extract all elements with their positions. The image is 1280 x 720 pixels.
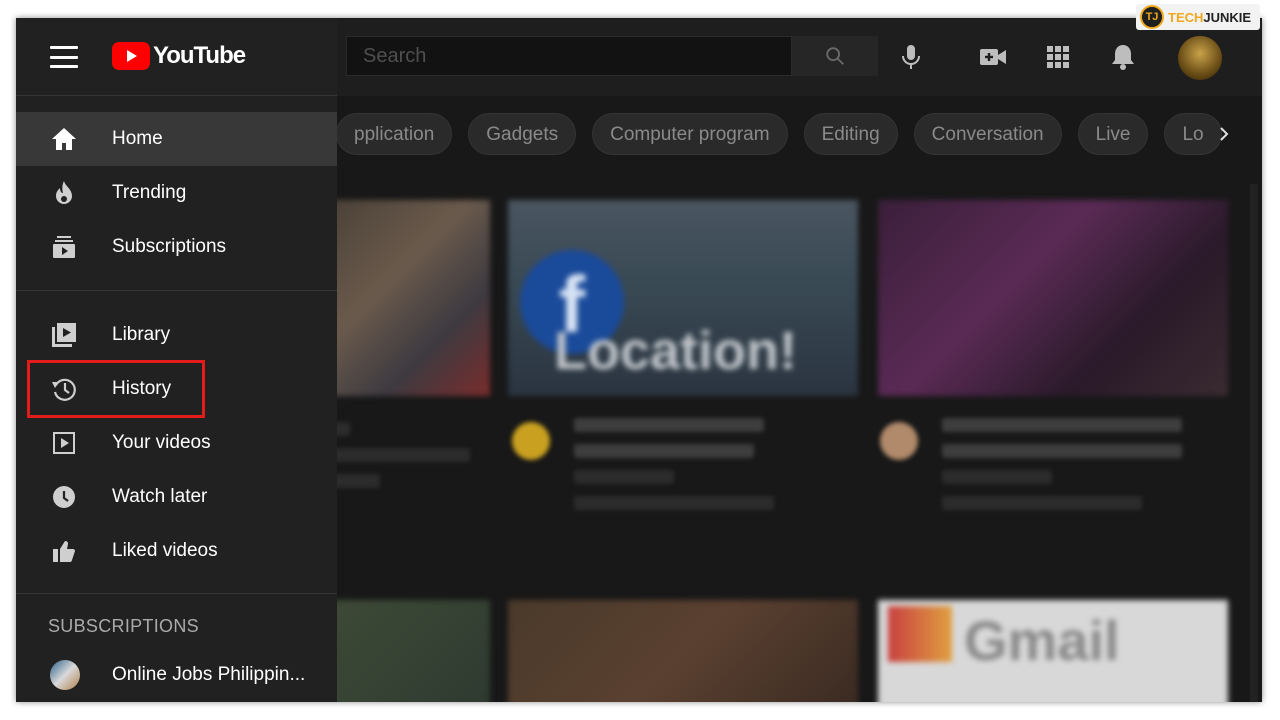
divider bbox=[16, 95, 337, 96]
channel-avatar bbox=[50, 660, 80, 690]
history-highlight-box bbox=[27, 360, 205, 418]
divider bbox=[16, 290, 337, 291]
video-thumbnail[interactable]: f Location! bbox=[508, 200, 858, 396]
youtube-play-icon bbox=[112, 42, 150, 70]
account-avatar[interactable] bbox=[1178, 36, 1222, 80]
video-thumbnail[interactable] bbox=[326, 600, 490, 702]
youtube-wordmark: YouTube bbox=[153, 42, 246, 69]
search-input[interactable]: Search bbox=[346, 36, 792, 76]
youtube-window: Search pplication Gadgets Computer progr… bbox=[16, 18, 1262, 702]
gmail-logo-icon bbox=[888, 606, 952, 662]
notifications-button[interactable] bbox=[1106, 40, 1140, 74]
youtube-logo[interactable]: YouTube bbox=[112, 42, 246, 70]
video-meta bbox=[880, 418, 1230, 522]
thumbnail-text: Location! bbox=[554, 321, 797, 381]
trending-flame-icon bbox=[50, 179, 78, 207]
sidebar-guide: YouTube Home Trending Subscriptions Libr… bbox=[16, 18, 337, 702]
sidebar-item-label: Online Jobs Philippin... bbox=[112, 664, 306, 685]
video-meta bbox=[330, 422, 480, 500]
sidebar-item-trending[interactable]: Trending bbox=[16, 166, 337, 220]
watermark-suffix: JUNKIE bbox=[1203, 9, 1252, 25]
chip-application[interactable]: pplication bbox=[336, 113, 453, 155]
voice-search-button[interactable] bbox=[894, 40, 928, 74]
search-button[interactable] bbox=[792, 36, 878, 76]
sidebar-subscription-channel[interactable]: Online Jobs Philippin... bbox=[16, 648, 337, 702]
video-thumbnail[interactable] bbox=[878, 200, 1228, 396]
notifications-bell-icon bbox=[1112, 45, 1134, 70]
thumbs-up-icon bbox=[50, 537, 78, 565]
watch-later-clock-icon bbox=[50, 483, 78, 511]
thumbnail-text: Gmail bbox=[964, 609, 1120, 672]
subscriptions-section-title: SUBSCRIPTIONS bbox=[48, 616, 199, 636]
hamburger-menu-icon[interactable] bbox=[50, 46, 78, 68]
sidebar-item-label: Your videos bbox=[112, 432, 211, 453]
divider bbox=[16, 593, 337, 594]
sidebar-item-liked-videos[interactable]: Liked videos bbox=[16, 524, 337, 578]
subscriptions-icon bbox=[50, 233, 78, 261]
search-icon bbox=[826, 47, 844, 65]
sidebar-item-label: Home bbox=[112, 128, 163, 149]
video-thumbnail[interactable] bbox=[508, 600, 858, 702]
chip-conversation[interactable]: Conversation bbox=[913, 113, 1062, 155]
chip-gadgets[interactable]: Gadgets bbox=[468, 113, 577, 155]
apps-button[interactable] bbox=[1041, 40, 1075, 74]
home-icon bbox=[50, 125, 78, 153]
chips-next-button[interactable] bbox=[1212, 122, 1236, 146]
sidebar-item-label: Library bbox=[112, 324, 171, 345]
your-videos-icon bbox=[50, 429, 78, 457]
video-meta bbox=[512, 418, 862, 522]
sidebar-item-label: Watch later bbox=[112, 486, 208, 507]
apps-grid-icon bbox=[1047, 46, 1069, 68]
chevron-right-icon bbox=[1220, 127, 1229, 141]
watermark-prefix: TECH bbox=[1168, 9, 1204, 25]
techjunkie-watermark: TJ TECH JUNKIE bbox=[1136, 4, 1260, 30]
chip-editing[interactable]: Editing bbox=[803, 113, 898, 155]
category-chips: pplication Gadgets Computer program Edit… bbox=[336, 112, 1222, 156]
sidebar-item-home[interactable]: Home bbox=[16, 112, 337, 166]
video-thumbnail[interactable] bbox=[326, 200, 490, 396]
sidebar-item-label: Subscriptions bbox=[112, 236, 227, 257]
scrollbar[interactable] bbox=[1250, 184, 1258, 702]
create-video-icon bbox=[980, 49, 1006, 65]
sidebar-item-subscriptions[interactable]: Subscriptions bbox=[16, 220, 337, 274]
sidebar-item-label: Trending bbox=[112, 182, 187, 203]
chip-computer-program[interactable]: Computer program bbox=[592, 113, 788, 155]
techjunkie-logo-icon: TJ bbox=[1140, 5, 1164, 29]
microphone-icon bbox=[902, 45, 920, 69]
create-button[interactable] bbox=[976, 40, 1010, 74]
sidebar-item-watch-later[interactable]: Watch later bbox=[16, 470, 337, 524]
sidebar-item-label: Liked videos bbox=[112, 540, 218, 561]
library-icon bbox=[50, 321, 78, 349]
chip-live[interactable]: Live bbox=[1077, 113, 1149, 155]
video-thumbnail[interactable]: Gmail bbox=[878, 600, 1228, 702]
sidebar-item-library[interactable]: Library bbox=[16, 308, 337, 362]
sidebar-item-your-videos[interactable]: Your videos bbox=[16, 416, 337, 470]
